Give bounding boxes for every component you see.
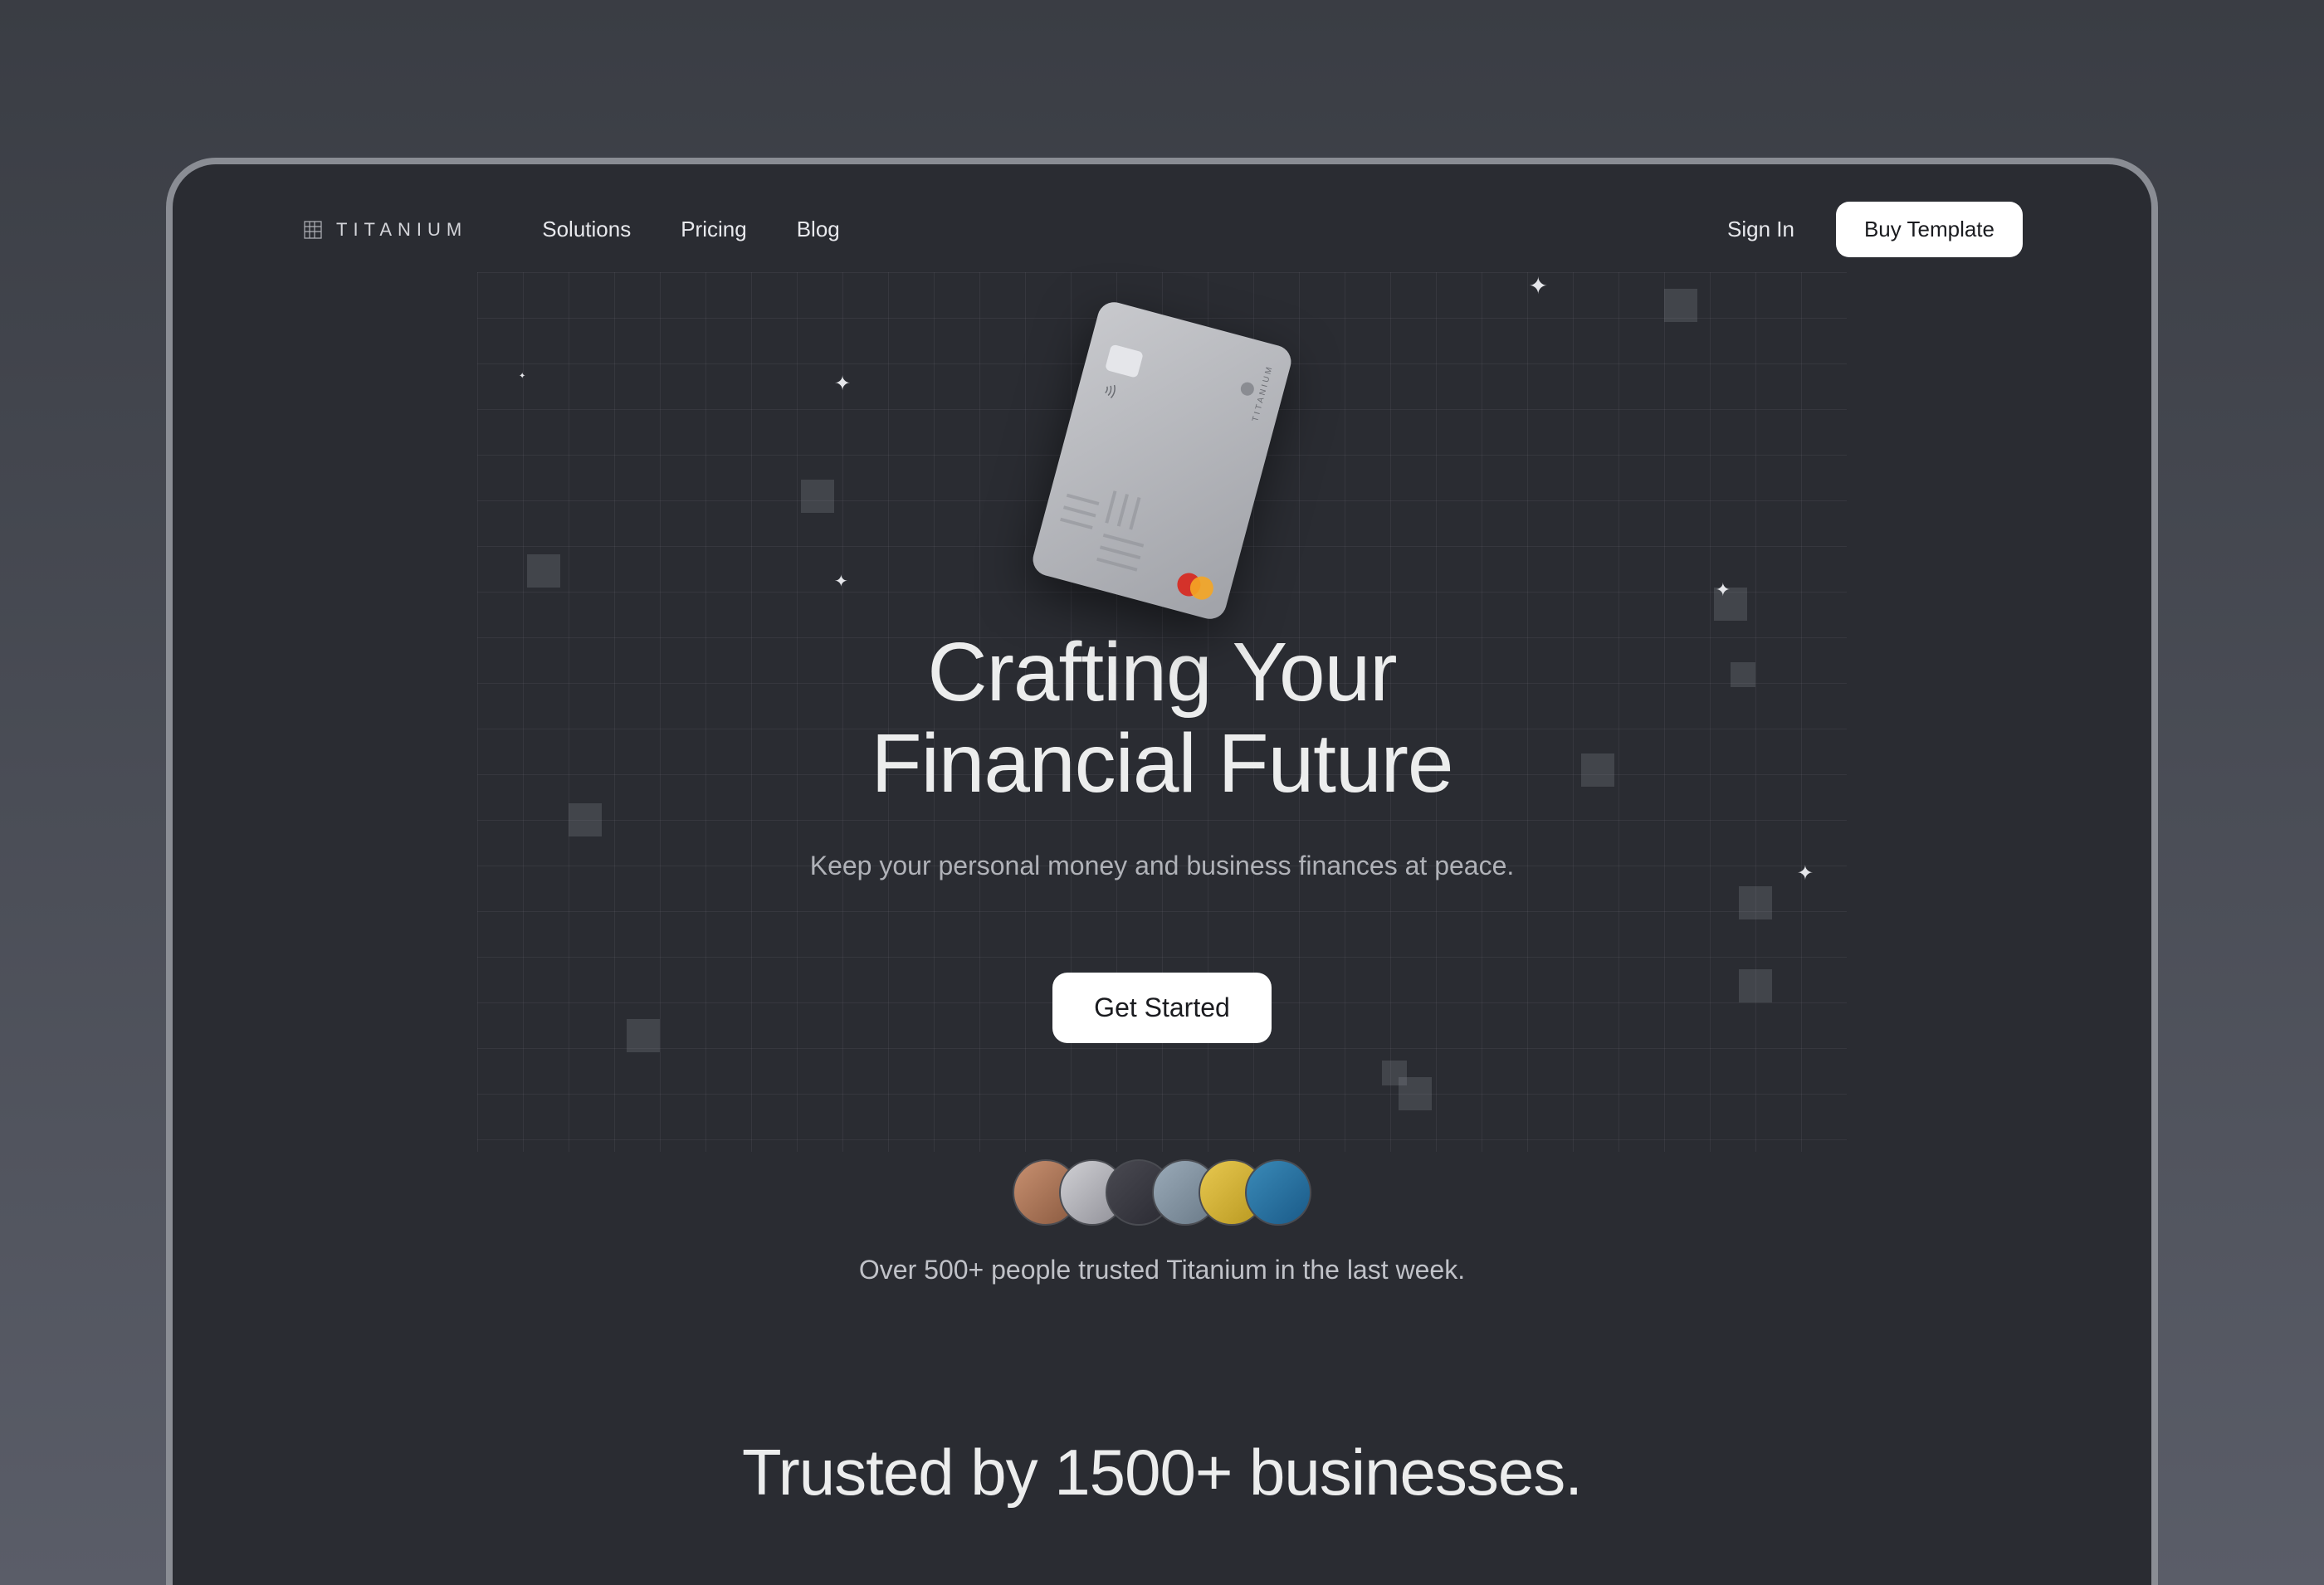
contactless-icon (1101, 381, 1122, 406)
header-actions: Sign In Buy Template (1727, 202, 2023, 257)
card-pattern (1050, 479, 1168, 585)
buy-template-button[interactable]: Buy Template (1836, 202, 2023, 257)
mastercard-icon (1174, 570, 1216, 602)
businesses-heading: Trusted by 1500+ businesses. (256, 1435, 2068, 1510)
site-header: TITANIUM Solutions Pricing Blog Sign In … (256, 189, 2068, 270)
card-brand-icon (1239, 381, 1256, 397)
credit-card-body: TITANIUM (1029, 299, 1295, 623)
credit-card-graphic: TITANIUM (1029, 299, 1295, 623)
nav-pricing[interactable]: Pricing (681, 217, 746, 242)
hero-subtitle: Keep your personal money and business fi… (256, 851, 2068, 881)
brand-logo-icon (301, 218, 325, 241)
hero-title: Crafting Your Financial Future (256, 627, 2068, 809)
main-nav: Solutions Pricing Blog (542, 217, 840, 242)
nav-solutions[interactable]: Solutions (542, 217, 631, 242)
get-started-button[interactable]: Get Started (1052, 973, 1272, 1043)
brand-logo[interactable]: TITANIUM (301, 218, 467, 241)
hero-title-line1: Crafting Your (927, 626, 1396, 719)
avatar (1245, 1159, 1311, 1226)
nav-blog[interactable]: Blog (797, 217, 840, 242)
card-brand-text: TITANIUM (1251, 363, 1275, 422)
sign-in-link[interactable]: Sign In (1727, 217, 1794, 242)
brand-name: TITANIUM (336, 219, 467, 241)
device-frame: ✦ ✦ ✦ ✦ ✦ ✦ TITANIUM Solutions Pricing B… (166, 158, 2158, 1585)
avatar-stack (256, 1159, 2068, 1226)
hero-section: TITANIUM Crafting Your Financial Future … (256, 270, 2068, 1510)
card-chip-icon (1105, 344, 1144, 378)
card-brand: TITANIUM (1233, 359, 1275, 423)
trust-text: Over 500+ people trusted Titanium in the… (256, 1255, 2068, 1285)
hero-title-line2: Financial Future (872, 717, 1453, 810)
